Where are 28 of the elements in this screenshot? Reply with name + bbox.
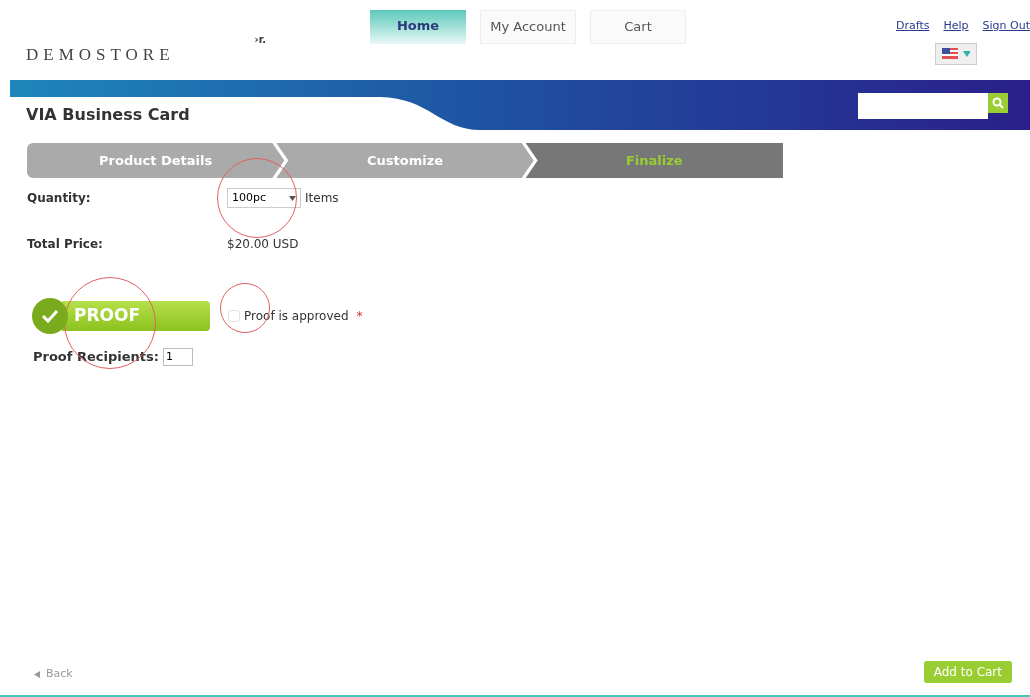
store-logo[interactable]: DEMOSTORE	[26, 42, 175, 68]
product-title: VIA Business Card	[26, 104, 190, 126]
header-link[interactable]: Sign Out	[982, 18, 1030, 35]
quantity-select[interactable]: 100pc	[227, 188, 301, 208]
search-icon	[992, 97, 1004, 109]
field-label: Total Price:	[27, 236, 104, 253]
search-field[interactable]	[858, 93, 988, 119]
approval-checkbox[interactable]	[228, 310, 240, 322]
text-fragment: ›r.	[254, 33, 267, 47]
nav-tab[interactable]: Cart	[590, 10, 687, 44]
field-label: Quantity:	[27, 190, 92, 207]
search-button[interactable]	[988, 93, 1008, 113]
recipients-input[interactable]: 1	[162, 347, 193, 366]
caret-icon	[962, 50, 970, 57]
header-link[interactable]: Help	[943, 18, 969, 35]
checkmark-icon	[41, 309, 59, 323]
caret-icon	[289, 195, 296, 201]
header-link[interactable]: Drafts	[896, 18, 930, 35]
nav-tab[interactable]: My Account	[480, 10, 577, 44]
language-selector[interactable]	[935, 42, 977, 65]
price-value: $20.00 USD	[227, 236, 299, 253]
required-mark: *	[356, 308, 363, 325]
flag-icon	[942, 48, 958, 59]
back-arrow-icon	[34, 670, 40, 678]
checkbox-label: Proof is approved	[244, 308, 349, 325]
field-label: Proof Recipients:	[33, 348, 159, 366]
nav-tab[interactable]: Home	[370, 10, 467, 44]
unit-label: Items	[305, 190, 339, 207]
